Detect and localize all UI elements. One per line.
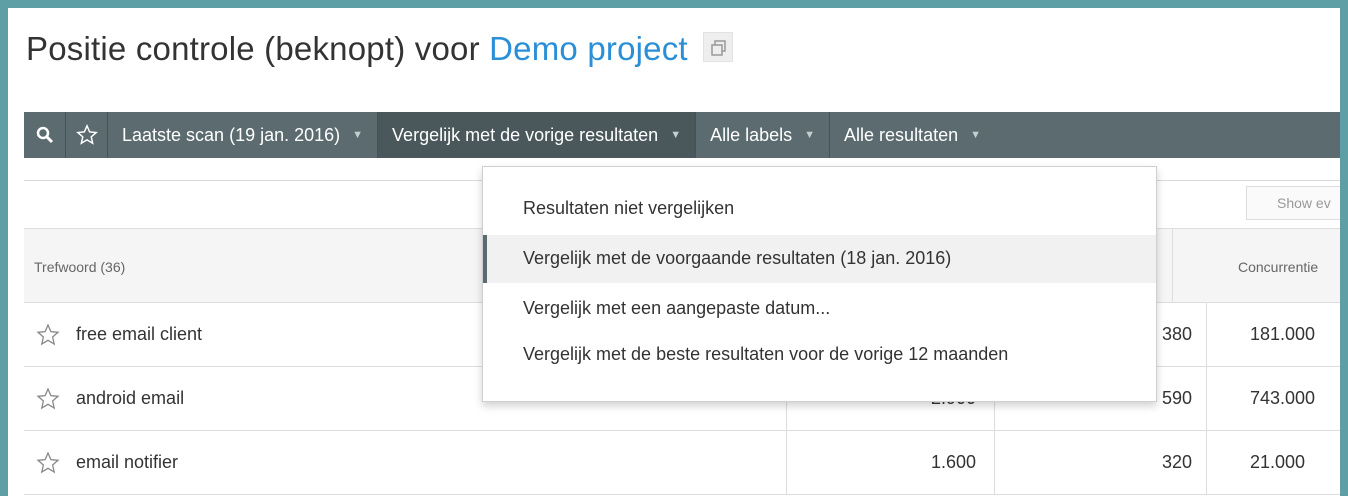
- show-everything-button[interactable]: Show ev: [1246, 186, 1340, 220]
- compare-dropdown[interactable]: Vergelijk met de vorige resultaten ▼: [378, 112, 697, 158]
- toolbar: Laatste scan (19 jan. 2016) ▼ Vergelijk …: [24, 112, 1340, 158]
- header-divider: [1172, 229, 1173, 303]
- menu-item-no-compare[interactable]: Resultaten niet vergelijken: [483, 185, 1156, 233]
- search-icon: [36, 126, 53, 144]
- menu-item-compare-best-12-months[interactable]: Vergelijk met de beste resultaten voor d…: [483, 331, 1156, 379]
- star-icon[interactable]: [36, 387, 60, 416]
- header-keyword[interactable]: Trefwoord (36): [34, 259, 125, 275]
- column-divider: [1206, 367, 1207, 431]
- title-prefix: Positie controle (beknopt) voor: [26, 30, 490, 67]
- labels-dropdown-label: Alle labels: [710, 124, 793, 145]
- chevron-down-icon: ▼: [670, 129, 682, 141]
- results-dropdown-label: Alle resultaten: [844, 124, 959, 145]
- table-row: email notifier 1.600 320 21.000: [24, 431, 1340, 495]
- keyword-text: email notifier: [76, 452, 179, 472]
- chevron-down-icon: ▼: [804, 129, 816, 141]
- keyword-text: free email client: [76, 324, 203, 344]
- menu-item-compare-custom-date[interactable]: Vergelijk met een aangepaste datum...: [483, 285, 1156, 333]
- project-link[interactable]: Demo project: [489, 30, 688, 67]
- app-frame: Positie controle (beknopt) voor Demo pro…: [8, 8, 1340, 496]
- results-dropdown[interactable]: Alle resultaten ▼: [830, 112, 995, 158]
- chevron-down-icon: ▼: [352, 129, 364, 141]
- compare-dropdown-label: Vergelijk met de vorige resultaten: [392, 124, 659, 145]
- star-icon[interactable]: [36, 451, 60, 480]
- keyword-text: android email: [76, 388, 185, 408]
- column-divider: [994, 431, 995, 495]
- chevron-down-icon: ▼: [970, 129, 981, 141]
- favorite-filter-button[interactable]: [66, 112, 108, 158]
- scan-dropdown[interactable]: Laatste scan (19 jan. 2016) ▼: [108, 112, 379, 158]
- page-title: Positie controle (beknopt) voor Demo pro…: [26, 30, 734, 68]
- column-divider: [786, 431, 787, 495]
- cell-value-a: 1.600: [930, 452, 976, 472]
- search-button[interactable]: [24, 112, 66, 158]
- column-divider: [1206, 431, 1207, 495]
- copy-icon[interactable]: [703, 32, 734, 63]
- cell-value-b: 380: [1161, 324, 1192, 344]
- star-icon[interactable]: [36, 323, 60, 352]
- scan-dropdown-label: Laatste scan (19 jan. 2016): [122, 124, 341, 145]
- compare-dropdown-menu: Resultaten niet vergelijken Vergelijk me…: [482, 166, 1157, 402]
- star-icon: [75, 124, 98, 145]
- column-divider: [1206, 303, 1207, 367]
- cell-value-b: 320: [1161, 452, 1192, 472]
- labels-dropdown[interactable]: Alle labels ▼: [696, 112, 831, 158]
- cell-value-c: 743.000: [1250, 388, 1316, 408]
- menu-item-compare-previous[interactable]: Vergelijk met de voorgaande resultaten (…: [483, 235, 1156, 283]
- cell-value-b: 590: [1161, 388, 1192, 408]
- cell-value-c: 21.000: [1250, 452, 1306, 472]
- cell-value-c: 181.000: [1250, 324, 1316, 344]
- header-competition[interactable]: Concurrentie: [1238, 259, 1318, 275]
